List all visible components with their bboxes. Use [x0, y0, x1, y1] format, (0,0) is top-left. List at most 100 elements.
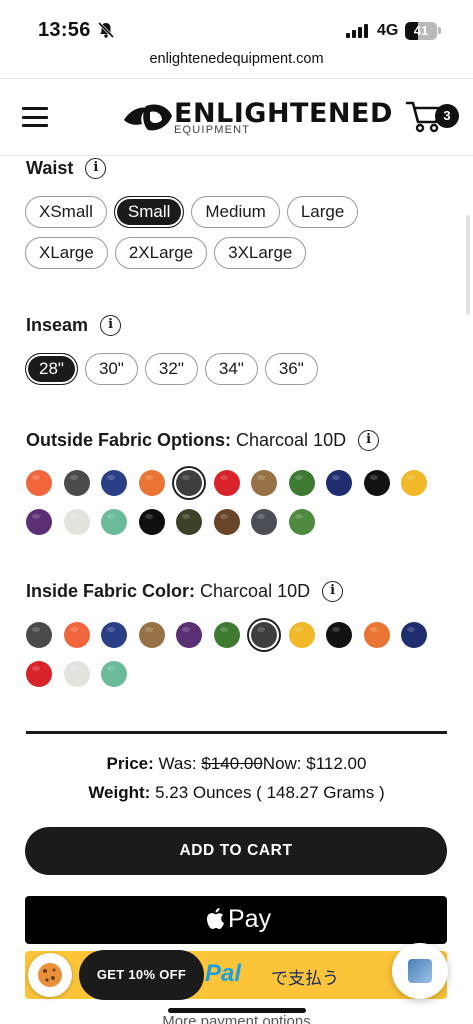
inseam-option[interactable]: 36" — [264, 353, 318, 385]
waist-option[interactable]: Large — [286, 196, 359, 228]
waist-options-row-1: XSmall Small Medium Large — [25, 196, 359, 228]
was-label: Was: — [158, 754, 197, 773]
inside-fabric-swatch[interactable] — [176, 622, 202, 648]
outside-fabric-swatch[interactable] — [101, 470, 127, 496]
weight-label: Weight: — [88, 783, 151, 802]
outside-fabric-swatch[interactable] — [251, 509, 277, 535]
waist-heading: Waist i — [26, 158, 107, 179]
waist-option[interactable]: 3XLarge — [214, 237, 307, 269]
inside-fabric-swatch-selected[interactable] — [251, 622, 277, 648]
outside-fabric-swatch[interactable] — [176, 509, 202, 535]
outside-fabric-swatch[interactable] — [138, 509, 165, 535]
paypal-label: で支払う — [271, 969, 339, 988]
outside-fabric-swatch[interactable] — [63, 509, 90, 535]
outside-fabric-heading: Outside Fabric Options: Charcoal 10D i — [26, 430, 380, 451]
inside-fabric-value: Charcoal 10D — [200, 581, 311, 601]
address-bar-url[interactable]: enlightenedequipment.com — [0, 51, 473, 67]
outside-fabric-swatch[interactable] — [363, 470, 390, 496]
paypal-brand: Pal — [205, 960, 242, 987]
menu-icon[interactable] — [22, 107, 48, 127]
waist-option[interactable]: XLarge — [25, 237, 108, 269]
inside-fabric-swatch[interactable] — [326, 622, 352, 648]
signal-icon — [346, 24, 368, 38]
inside-fabric-swatch[interactable] — [213, 622, 240, 648]
outside-fabric-swatch[interactable] — [213, 509, 240, 535]
info-icon[interactable]: i — [322, 581, 344, 602]
outside-fabric-swatch[interactable] — [26, 509, 52, 535]
inseam-title: Inseam — [26, 315, 89, 335]
outside-fabric-swatch-selected[interactable] — [176, 470, 202, 496]
home-indicator — [168, 1008, 306, 1013]
site-logo[interactable]: ENLIGHTENED EQUIPMENT — [118, 97, 392, 139]
logo-subtitle: EQUIPMENT — [174, 124, 251, 136]
cookie-icon — [38, 963, 62, 987]
site-header: ENLIGHTENED EQUIPMENT — [0, 78, 473, 156]
battery-icon: 41 — [405, 22, 437, 40]
waist-option[interactable]: Medium — [191, 196, 280, 228]
waist-options-row-2: XLarge 2XLarge 3XLarge — [25, 237, 307, 269]
cookie-settings-button[interactable] — [28, 953, 72, 997]
waist-option[interactable]: 2XLarge — [114, 237, 208, 269]
bell-muted-icon — [97, 21, 115, 39]
weight-value: 5.23 Ounces ( 148.27 Grams ) — [155, 783, 385, 802]
logo-mark-icon — [124, 104, 172, 131]
status-time: 13:56 — [38, 19, 91, 41]
outside-fabric-swatch[interactable] — [63, 470, 90, 496]
inside-fabric-swatch[interactable] — [101, 661, 127, 687]
battery-level: 41 — [413, 23, 429, 38]
waist-option-selected[interactable]: Small — [113, 196, 185, 228]
outside-fabric-swatch[interactable] — [213, 470, 240, 496]
outside-fabric-swatches-row-2 — [26, 509, 315, 535]
inside-fabric-swatch[interactable] — [101, 622, 127, 648]
price-line: Price: Was: $140.00Now: $112.00 — [0, 754, 473, 774]
inside-fabric-swatch[interactable] — [288, 622, 315, 648]
cart-count-badge: 3 — [435, 104, 459, 128]
outside-fabric-swatch[interactable] — [138, 470, 165, 496]
weight-line: Weight: 5.23 Ounces ( 148.27 Grams ) — [0, 783, 473, 803]
inside-fabric-swatch[interactable] — [26, 622, 52, 648]
outside-fabric-swatches-row-1 — [26, 470, 427, 496]
inseam-heading: Inseam i — [26, 315, 122, 336]
waist-option[interactable]: XSmall — [25, 196, 107, 228]
outside-fabric-swatch[interactable] — [401, 470, 427, 496]
apple-pay-label: Pay — [228, 905, 272, 933]
outside-fabric-swatch[interactable] — [288, 509, 315, 535]
outside-fabric-swatch[interactable] — [288, 470, 315, 496]
inside-fabric-swatch[interactable] — [26, 661, 52, 687]
inseam-options-row: 28" 30" 32" 34" 36" — [25, 353, 318, 385]
chat-avatar-icon — [408, 959, 432, 983]
info-icon[interactable]: i — [85, 158, 107, 179]
outside-fabric-value: Charcoal 10D — [236, 430, 347, 450]
inside-fabric-swatch[interactable] — [401, 622, 427, 648]
inside-fabric-swatch[interactable] — [63, 622, 90, 648]
info-icon[interactable]: i — [100, 315, 122, 336]
add-to-cart-button[interactable]: ADD TO CART — [25, 827, 447, 875]
outside-fabric-swatch[interactable] — [26, 470, 52, 496]
inside-fabric-swatches-row-2 — [26, 661, 127, 687]
outside-fabric-swatch[interactable] — [326, 470, 352, 496]
apple-logo-icon — [207, 908, 224, 929]
discount-popup-button[interactable]: GET 10% OFF — [79, 950, 204, 1000]
outside-fabric-swatch[interactable] — [101, 509, 127, 535]
inside-fabric-title: Inside Fabric Color: — [26, 581, 196, 601]
outside-fabric-swatch[interactable] — [251, 470, 277, 496]
inseam-option[interactable]: 32" — [144, 353, 198, 385]
now-label: Now: — [262, 754, 302, 773]
price-label: Price: — [106, 754, 154, 773]
scrollbar[interactable] — [466, 215, 470, 315]
inseam-option[interactable]: 34" — [204, 353, 258, 385]
now-price: $112.00 — [306, 754, 367, 773]
inside-fabric-swatch[interactable] — [63, 661, 90, 687]
status-bar: 13:56 4G 41 — [0, 0, 473, 46]
inseam-option-selected[interactable]: 28" — [25, 353, 78, 385]
inside-fabric-swatch[interactable] — [363, 622, 390, 648]
more-payment-options-link[interactable]: More payment options — [0, 1013, 473, 1024]
outside-fabric-title: Outside Fabric Options: — [26, 430, 232, 450]
inseam-option[interactable]: 30" — [84, 353, 138, 385]
chat-button[interactable] — [392, 943, 448, 999]
waist-title: Waist — [26, 158, 74, 178]
info-icon[interactable]: i — [358, 430, 380, 451]
inside-fabric-swatch[interactable] — [138, 622, 165, 648]
apple-pay-button[interactable]: Pay — [25, 896, 447, 944]
inside-fabric-swatches-row-1 — [26, 622, 427, 648]
